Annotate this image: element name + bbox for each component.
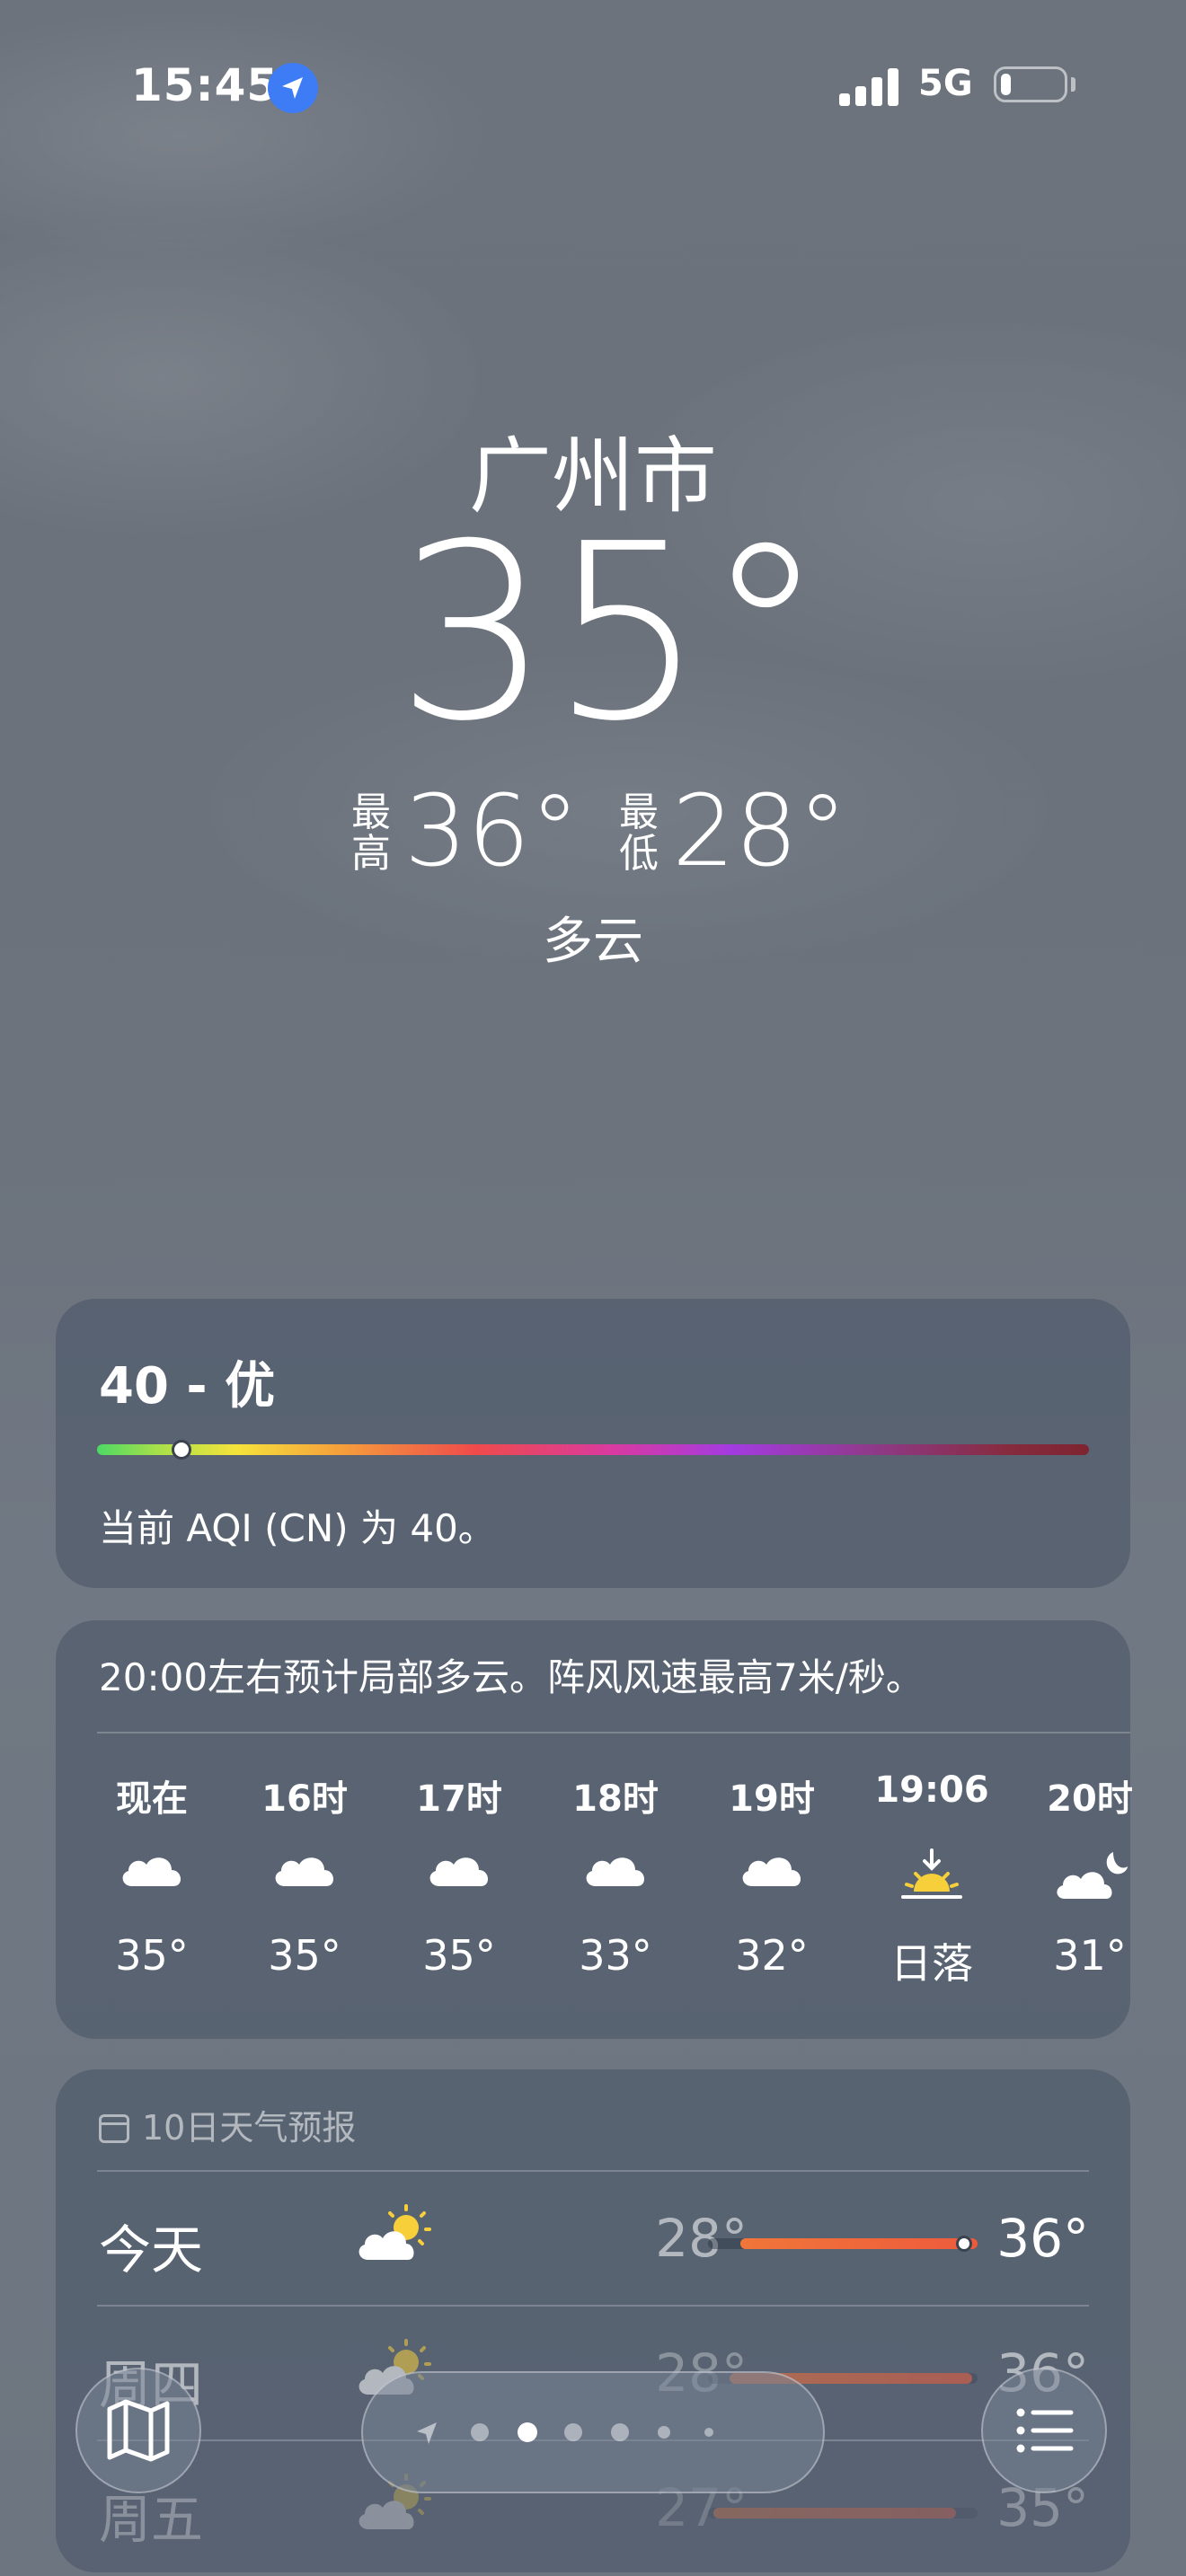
temperature-range-bar bbox=[708, 2508, 978, 2519]
hourly-item: 17时 35° bbox=[392, 1769, 527, 1980]
hourly-time: 17时 bbox=[416, 1778, 502, 1820]
map-button[interactable] bbox=[75, 2368, 201, 2493]
page-dot bbox=[471, 2423, 489, 2441]
list-icon bbox=[1016, 2408, 1074, 2453]
hourly-temperature: 31° bbox=[1053, 1931, 1127, 1980]
hourly-item: 18时 33° bbox=[548, 1769, 683, 1980]
hourly-time: 18时 bbox=[572, 1778, 659, 1820]
air-quality-card[interactable]: 40 - 优 当前 AQI (CN) 为 40。 bbox=[56, 1299, 1130, 1588]
hourly-temperature: 35° bbox=[422, 1931, 496, 1980]
cloud-icon bbox=[704, 1823, 839, 1931]
page-dot bbox=[564, 2423, 582, 2441]
ten-day-header: 10日天气预报 bbox=[99, 2100, 356, 2149]
partly-sunny-icon bbox=[352, 2202, 442, 2269]
day-name: 今天 bbox=[99, 2219, 204, 2280]
hourly-temperature: 33° bbox=[579, 1931, 652, 1980]
hourly-time: 16时 bbox=[261, 1778, 348, 1820]
cloud-icon bbox=[237, 1823, 372, 1931]
current-temperature: 35° bbox=[395, 491, 827, 774]
hourly-item: 现在 35° bbox=[84, 1769, 219, 1980]
temperature-range-bar bbox=[708, 2236, 978, 2252]
aqi-description: 当前 AQI (CN) 为 40。 bbox=[99, 1506, 496, 1550]
ten-day-forecast-card[interactable]: 10日天气预报 今天28°36°周四28°36°周五27°35° bbox=[56, 2069, 1130, 2572]
page-dot bbox=[704, 2428, 713, 2437]
high-low-temperatures: 最高 36° 最低 28° bbox=[0, 781, 1186, 880]
hourly-time: 19:06 bbox=[874, 1769, 989, 1811]
current-temperature-marker bbox=[956, 2236, 972, 2252]
network-type: 5G bbox=[918, 63, 973, 104]
partly-cloudy-night-icon bbox=[1022, 1823, 1157, 1931]
cellular-signal-icon bbox=[839, 66, 902, 106]
ten-day-header-label: 10日天气预报 bbox=[142, 2108, 357, 2148]
calendar-icon bbox=[99, 2114, 129, 2143]
hourly-summary: 20:00左右预计局部多云。阵风风速最高7米/秒。 bbox=[99, 1655, 924, 1699]
aqi-title: 40 - 优 bbox=[99, 1357, 276, 1416]
daily-row[interactable]: 今天 28° 36° bbox=[56, 2172, 1130, 2307]
hourly-time: 20时 bbox=[1047, 1778, 1133, 1820]
page-dot bbox=[658, 2426, 670, 2439]
cloud-icon bbox=[548, 1823, 683, 1931]
cloud-icon bbox=[84, 1823, 219, 1931]
page-dot bbox=[611, 2423, 629, 2441]
low-temperature: 28° bbox=[672, 773, 847, 888]
low-label: 最低 bbox=[619, 790, 659, 877]
aqi-scale-bar bbox=[97, 1440, 1089, 1460]
hourly-item: 19时 32° bbox=[704, 1769, 839, 1980]
hourly-item: 16时 35° bbox=[237, 1769, 372, 1980]
page-indicator[interactable] bbox=[361, 2371, 825, 2493]
hourly-temperature: 35° bbox=[268, 1931, 341, 1980]
location-arrow-icon bbox=[268, 63, 318, 113]
aqi-indicator bbox=[171, 1440, 191, 1460]
hourly-temperature: 32° bbox=[735, 1931, 809, 1980]
hourly-temperature: 日落 bbox=[890, 1939, 973, 1988]
high-temperature: 36° bbox=[404, 773, 580, 888]
divider bbox=[97, 1732, 1130, 1734]
hourly-item: 19:06 日落 bbox=[864, 1769, 999, 1990]
hourly-item: 20时 31° bbox=[1022, 1769, 1157, 1980]
high-label: 最高 bbox=[351, 790, 391, 877]
status-time: 15:45 bbox=[131, 59, 279, 111]
hourly-temperature: 35° bbox=[115, 1931, 189, 1980]
location-page-icon bbox=[417, 2422, 437, 2444]
temperature-range-fill bbox=[713, 2508, 956, 2519]
hourly-time: 19时 bbox=[729, 1778, 815, 1820]
temperature-range-fill bbox=[740, 2238, 978, 2249]
day-high-temperature: 36° bbox=[996, 2208, 1089, 2269]
cloud-icon bbox=[392, 1823, 527, 1931]
battery-cap bbox=[1071, 77, 1075, 92]
hourly-forecast-card[interactable]: 20:00左右预计局部多云。阵风风速最高7米/秒。 现在 35° 16时 35° 17时… bbox=[56, 1620, 1133, 2039]
battery-icon bbox=[994, 66, 1067, 102]
status-bar: 15:45 5G bbox=[0, 59, 1186, 117]
sunset-icon bbox=[864, 1823, 999, 1931]
weather-condition: 多云 bbox=[543, 913, 643, 971]
map-icon bbox=[107, 2399, 170, 2462]
page-dot bbox=[518, 2422, 537, 2442]
hourly-time: 现在 bbox=[116, 1778, 188, 1820]
city-list-button[interactable] bbox=[981, 2368, 1107, 2493]
